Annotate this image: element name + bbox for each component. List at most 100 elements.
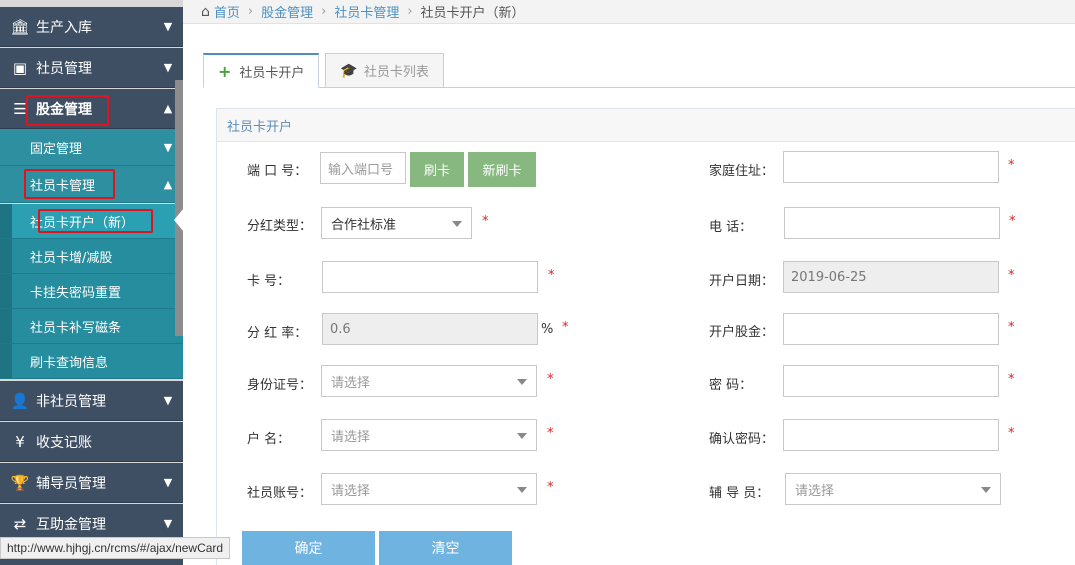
nav-sub-member-card[interactable]: 社员卡管理 ▲ — [0, 166, 183, 203]
nav-item-non-member[interactable]: 👤 非社员管理 ▼ — [0, 381, 183, 421]
chevron-down-icon: ▼ — [163, 517, 173, 530]
phone-label: 电 话： — [709, 220, 753, 235]
counselor-select[interactable]: 请选择 — [785, 473, 1001, 505]
port-label: 端 口 号： — [247, 164, 308, 179]
nav-item-counselor[interactable]: 🏆 辅导员管理 ▼ — [0, 463, 183, 503]
nav-sub-fixed-management[interactable]: 固定管理 ▼ — [0, 129, 183, 166]
dividend-type-select[interactable]: 合作社标准 — [321, 207, 472, 239]
yen-icon: ¥ — [15, 432, 25, 451]
required-mark: * — [1009, 214, 1016, 229]
sidebar: 🏛 生产入库 ▼ ▣ 社员管理 ▼ ☰ 股金管理 ▲ 固定管理 ▼ 社员卡管理 … — [0, 0, 183, 565]
counselor-placeholder: 请选择 — [795, 483, 835, 499]
dividend-rate-unit: % — [541, 322, 554, 337]
password-input[interactable] — [783, 365, 999, 397]
chevron-down-icon: ▼ — [163, 394, 173, 407]
id-no-label: 身份证号： — [247, 378, 313, 393]
required-mark: * — [1008, 320, 1015, 335]
nav-leaf-card-query[interactable]: 刷卡查询信息 — [0, 344, 183, 379]
dividend-rate-label: 分 红 率： — [247, 326, 308, 341]
account-name-label: 户 名： — [247, 432, 291, 447]
nav-sub-label: 社员卡管理 — [30, 178, 96, 194]
address-label: 家庭住址： — [709, 164, 775, 179]
port-input[interactable]: 输入端口号 — [320, 152, 406, 184]
open-share-input[interactable] — [783, 313, 999, 345]
required-mark: * — [1008, 268, 1015, 283]
required-mark: * — [1008, 426, 1015, 441]
tab-card-list[interactable]: 🎓 社员卡列表 — [325, 53, 444, 88]
dividend-type-value: 合作社标准 — [331, 217, 397, 233]
status-bar-url: http://www.hjhgj.cn/rcms/#/ajax/newCard — [0, 537, 231, 559]
card-no-input[interactable] — [322, 261, 538, 293]
panel-title: 社员卡开户 — [217, 109, 1075, 142]
breadcrumb-current: 社员卡开户（新） — [420, 6, 525, 21]
id-no-select[interactable]: 请选择 — [321, 365, 537, 397]
nav-item-member-management[interactable]: ▣ 社员管理 ▼ — [0, 48, 183, 88]
tab-label: 社员卡开户 — [239, 65, 305, 81]
nav-leaf-label: 社员卡增/减股 — [30, 250, 113, 266]
active-item-notch — [174, 208, 184, 232]
nav-leaf-label: 社员卡开户（新） — [30, 215, 135, 231]
open-date-label: 开户日期： — [709, 274, 775, 289]
chevron-down-icon: ▼ — [163, 20, 173, 33]
nav-item-label: 互助金管理 — [36, 516, 106, 533]
member-account-select[interactable]: 请选择 — [321, 473, 537, 505]
nav-item-label: 辅导员管理 — [36, 475, 106, 492]
breadcrumb-separator: › — [321, 4, 327, 19]
phone-input[interactable] — [784, 207, 1000, 239]
graduation-cap-icon: 🎓 — [340, 62, 358, 79]
caret-down-icon — [452, 221, 462, 227]
breadcrumb: ⌂ 首页 › 股金管理 › 社员卡管理 › 社员卡开户（新） — [183, 0, 1075, 24]
breadcrumb-level1[interactable]: 股金管理 — [261, 2, 313, 21]
database-icon: ☰ — [13, 99, 27, 118]
id-no-placeholder: 请选择 — [331, 375, 371, 391]
nav-item-production-inbound[interactable]: 🏛 生产入库 ▼ — [0, 7, 183, 47]
nav-item-label: 股金管理 — [36, 101, 92, 118]
leaf-indent-bar — [0, 309, 12, 343]
member-account-placeholder: 请选择 — [331, 483, 371, 499]
required-mark: * — [1008, 158, 1015, 173]
caret-down-icon — [517, 487, 527, 493]
account-name-placeholder: 请选择 — [331, 429, 371, 445]
tab-label: 社员卡列表 — [363, 65, 429, 80]
nav-item-share-capital[interactable]: ☰ 股金管理 ▲ — [0, 89, 183, 129]
bank-icon: 🏛 — [10, 17, 30, 36]
nav-leaf-label: 卡挂失密码重置 — [30, 285, 122, 301]
swipe-card-button[interactable]: 刷卡 — [410, 152, 464, 187]
required-mark: * — [1008, 372, 1015, 387]
breadcrumb-separator: › — [247, 4, 254, 19]
confirm-password-input[interactable] — [783, 419, 999, 451]
required-mark: * — [482, 214, 489, 229]
chevron-down-icon: ▼ — [163, 476, 173, 489]
member-account-label: 社员账号： — [247, 486, 313, 501]
nav-item-label: 收支记账 — [36, 434, 92, 451]
required-mark: * — [562, 320, 569, 335]
caret-down-icon — [517, 433, 527, 439]
nav-leaf-card-rewrite[interactable]: 社员卡补写磁条 — [0, 309, 183, 344]
breadcrumb-home[interactable]: 首页 — [214, 2, 240, 21]
trophy-icon: 🏆 — [10, 473, 30, 492]
chevron-down-icon: ▼ — [163, 61, 173, 74]
leaf-indent-bar — [0, 204, 12, 238]
required-mark: * — [547, 480, 554, 495]
nav-item-accounting[interactable]: ¥ 收支记账 — [0, 422, 183, 462]
confirm-button[interactable]: 确定 — [242, 531, 375, 565]
required-mark: * — [547, 426, 554, 441]
dividend-rate-input: 0.6 — [322, 313, 538, 345]
open-date-input: 2019-06-25 — [783, 261, 999, 293]
nav-item-label: 生产入库 — [36, 19, 92, 36]
home-icon: ⌂ — [201, 3, 210, 20]
nav-leaf-card-share-change[interactable]: 社员卡增/减股 — [0, 239, 183, 274]
tab-bar: + 社员卡开户 🎓 社员卡列表 — [203, 53, 450, 88]
breadcrumb-level2[interactable]: 社员卡管理 — [334, 2, 399, 21]
clear-button[interactable]: 清空 — [379, 531, 512, 565]
account-name-select[interactable]: 请选择 — [321, 419, 537, 451]
nav-sub-label: 固定管理 — [30, 141, 83, 157]
required-mark: * — [548, 268, 555, 283]
nav-leaf-card-open-new[interactable]: 社员卡开户（新） — [0, 204, 183, 239]
new-swipe-card-button[interactable]: 新刷卡 — [468, 152, 536, 187]
address-input[interactable] — [783, 151, 999, 183]
person-icon: 👤 — [10, 391, 30, 410]
nav-leaf-label: 刷卡查询信息 — [30, 355, 109, 371]
nav-leaf-card-loss-reset[interactable]: 卡挂失密码重置 — [0, 274, 183, 309]
tab-card-open[interactable]: + 社员卡开户 — [203, 53, 320, 88]
